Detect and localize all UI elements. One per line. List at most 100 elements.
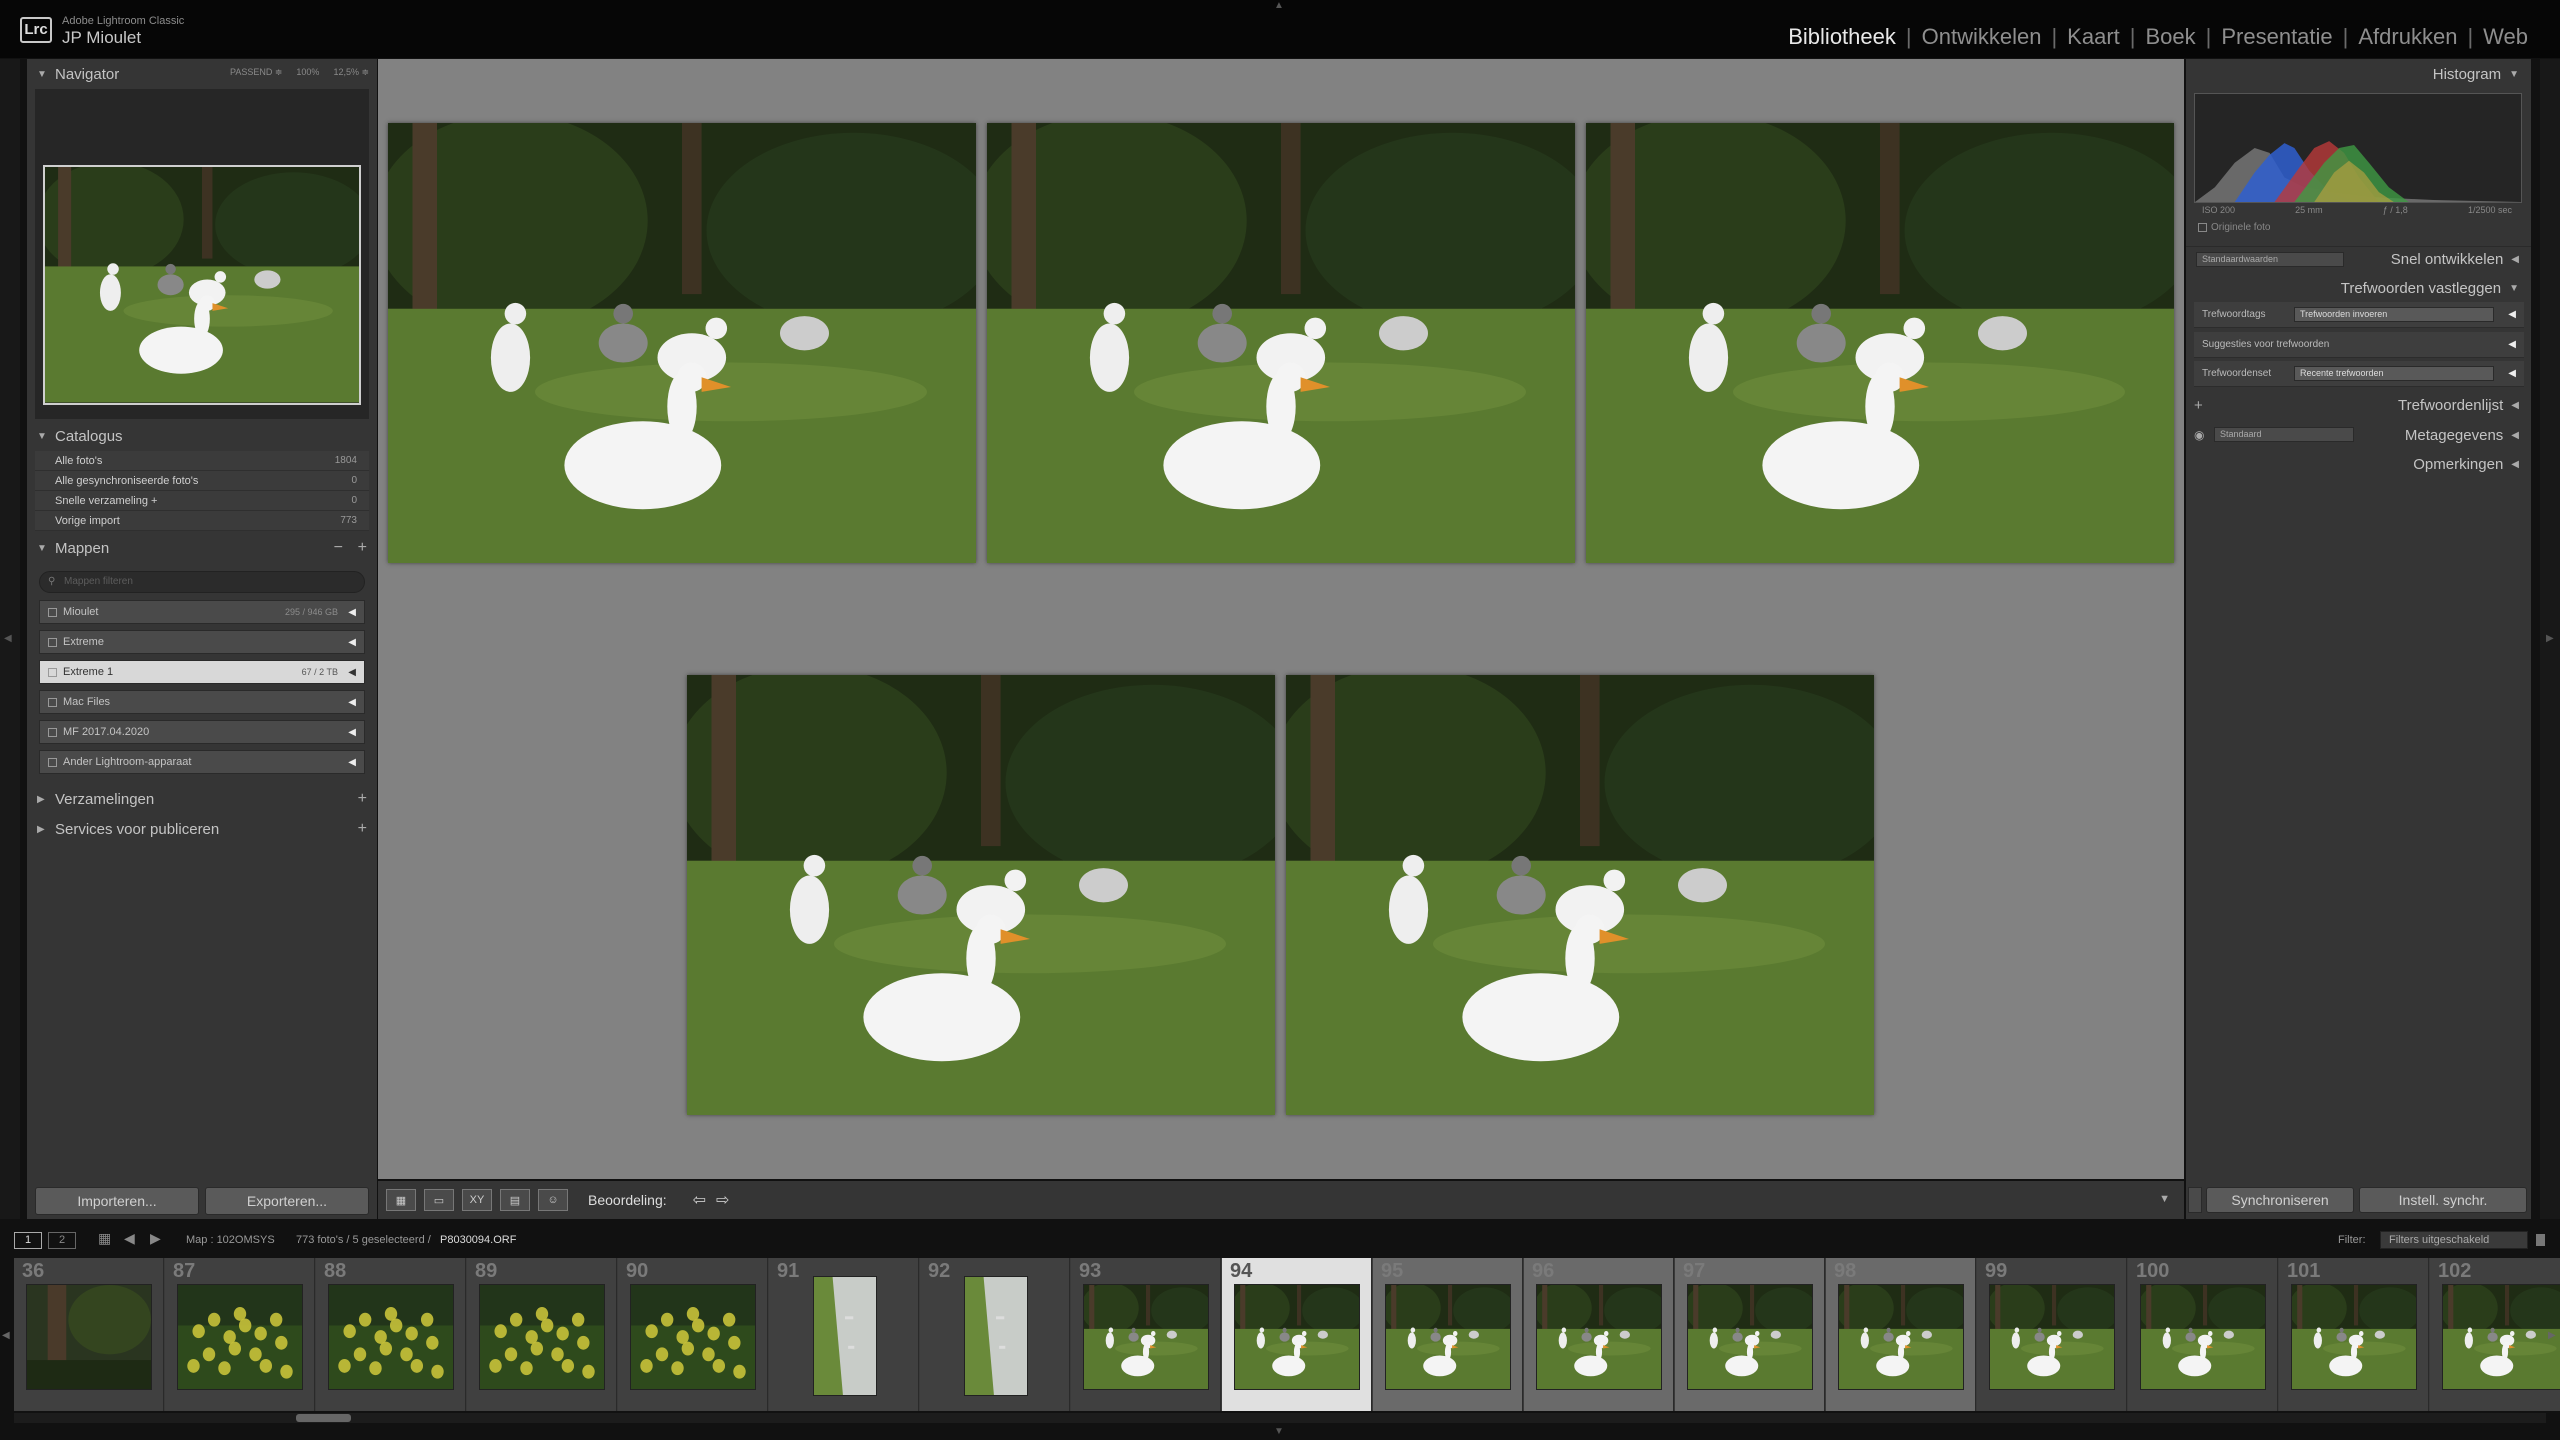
folder-filter-input[interactable]: ⚲ Mappen filteren: [39, 571, 365, 593]
toolbar-menu-icon[interactable]: ▼: [2159, 1193, 2170, 1205]
filmstrip-cell[interactable]: 93: [1071, 1258, 1221, 1411]
filmstrip-scrollbar[interactable]: [14, 1413, 2546, 1423]
grid-icon[interactable]: ▦: [98, 1230, 111, 1247]
filmstrip-thumbnail[interactable]: [1838, 1284, 1964, 1390]
filmstrip-cell[interactable]: 88: [316, 1258, 466, 1411]
grid-view-icon[interactable]: ▦: [386, 1189, 416, 1211]
filmstrip-thumbnail[interactable]: [328, 1284, 454, 1390]
right-panel-toggle-icon[interactable]: ▶: [2546, 633, 2554, 644]
folder-item[interactable]: MF 2017.04.2020 ◀: [39, 720, 365, 744]
original-photo-checkbox[interactable]: Originele foto: [2198, 222, 2270, 233]
filmstrip-thumbnail[interactable]: [630, 1284, 756, 1390]
filmstrip-cell[interactable]: 100: [2128, 1258, 2278, 1411]
filmstrip-thumbnail[interactable]: [1687, 1284, 1813, 1390]
filmstrip-thumbnail[interactable]: [479, 1284, 605, 1390]
remove-folder-icon[interactable]: −: [334, 539, 343, 557]
export-button[interactable]: Exporteren...: [205, 1187, 369, 1215]
module-ontwikkelen[interactable]: Ontwikkelen: [1918, 24, 2046, 50]
survey-photo-2[interactable]: [987, 123, 1575, 563]
quick-develop-preset-select[interactable]: Standaardwaarden: [2196, 252, 2344, 267]
filmstrip-thumbnail[interactable]: [1083, 1284, 1209, 1390]
filmstrip-cell[interactable]: 97: [1675, 1258, 1825, 1411]
filmstrip-thumbnail[interactable]: [813, 1276, 877, 1396]
top-panel-toggle-icon[interactable]: ▲: [1274, 0, 1284, 11]
module-boek[interactable]: Boek: [2141, 24, 2199, 50]
add-keyword-icon[interactable]: +: [2194, 397, 2203, 414]
filmstrip-cell[interactable]: 96: [1524, 1258, 1674, 1411]
histogram-header[interactable]: Histogram ▼: [2186, 61, 2531, 87]
quick-develop-header[interactable]: Standaardwaarden Snel ontwikkelen ◀: [2186, 246, 2531, 272]
forward-arrow-icon[interactable]: ▶: [150, 1230, 161, 1247]
module-bibliotheek[interactable]: Bibliotheek: [1784, 24, 1900, 50]
module-presentatie[interactable]: Presentatie: [2217, 24, 2336, 50]
filmstrip-cell[interactable]: 90: [618, 1258, 768, 1411]
eye-icon[interactable]: ◉: [2194, 428, 2204, 442]
source-label[interactable]: Map : 102OMSYS: [186, 1234, 275, 1246]
folder-item[interactable]: Extreme ◀: [39, 630, 365, 654]
expand-triangle-icon[interactable]: ◀: [2508, 309, 2516, 320]
folder-item[interactable]: Ander Lightroom-apparaat ◀: [39, 750, 365, 774]
zoom-100-option[interactable]: 100%: [296, 67, 319, 78]
sync-settings-button[interactable]: Instell. synchr.: [2359, 1187, 2527, 1213]
filmstrip-thumbnail[interactable]: [2140, 1284, 2266, 1390]
survey-view-icon[interactable]: ▤: [500, 1189, 530, 1211]
keyword-list-header[interactable]: + Trefwoordenlijst ◀: [2186, 392, 2531, 418]
filmstrip-cell[interactable]: 95: [1373, 1258, 1523, 1411]
add-publish-service-icon[interactable]: +: [358, 820, 367, 838]
disclosure-triangle-icon[interactable]: ◀: [348, 697, 356, 708]
filmstrip-thumbnail[interactable]: [2291, 1284, 2417, 1390]
filmstrip-left-arrow-icon[interactable]: ◀: [2, 1330, 10, 1341]
filmstrip-thumbnail[interactable]: [2442, 1284, 2560, 1390]
module-afdrukken[interactable]: Afdrukken: [2354, 24, 2461, 50]
add-collection-icon[interactable]: +: [358, 790, 367, 808]
histogram-chart[interactable]: [2194, 93, 2522, 203]
disclosure-triangle-icon[interactable]: ◀: [348, 637, 356, 648]
filmstrip-cell[interactable]: 87: [165, 1258, 315, 1411]
disclosure-triangle-icon[interactable]: ◀: [348, 757, 356, 768]
metadata-header[interactable]: ◉ Standaard Metagegevens ◀: [2186, 422, 2531, 448]
filmstrip-cell[interactable]: 92: [920, 1258, 1070, 1411]
zoom-fit-option[interactable]: PASSEND ≑: [230, 67, 282, 78]
loupe-view-icon[interactable]: ▭: [424, 1189, 454, 1211]
main-screen-button[interactable]: 1: [14, 1232, 42, 1249]
catalog-item[interactable]: Alle gesynchroniseerde foto's 0: [35, 471, 369, 491]
module-kaart[interactable]: Kaart: [2063, 24, 2124, 50]
filmstrip-cell[interactable]: 98: [1826, 1258, 1976, 1411]
metadata-preset-select[interactable]: Standaard: [2214, 427, 2354, 442]
survey-photo-1[interactable]: [388, 123, 976, 563]
zoom-custom-option[interactable]: 12,5% ≑: [333, 67, 369, 78]
import-button[interactable]: Importeren...: [35, 1187, 199, 1215]
filter-select[interactable]: Filters uitgeschakeld: [2380, 1231, 2528, 1249]
people-view-icon[interactable]: ☺: [538, 1189, 568, 1211]
folder-item[interactable]: Mac Files ◀: [39, 690, 365, 714]
synchronize-button[interactable]: Synchroniseren: [2206, 1187, 2354, 1213]
comments-header[interactable]: Opmerkingen ◀: [2186, 451, 2531, 477]
module-web[interactable]: Web: [2479, 24, 2532, 50]
filmstrip-cell[interactable]: 89: [467, 1258, 617, 1411]
publish-services-header[interactable]: ▶ Services voor publiceren +: [27, 816, 377, 842]
add-folder-icon[interactable]: +: [358, 539, 367, 557]
filmstrip-thumbnail[interactable]: [1234, 1284, 1360, 1390]
keywording-header[interactable]: Trefwoorden vastleggen ▼: [2186, 275, 2531, 301]
filmstrip-cell[interactable]: 94: [1222, 1258, 1372, 1411]
filmstrip-thumbnail[interactable]: [1989, 1284, 2115, 1390]
rotate-arrows-icon[interactable]: ⇦⇨: [693, 1190, 740, 1210]
keyword-suggestions-row[interactable]: Suggesties voor trefwoorden ◀: [2194, 332, 2524, 358]
bottom-panel-toggle-icon[interactable]: ▼: [1274, 1426, 1284, 1437]
filmstrip-scrollbar-thumb[interactable]: [296, 1414, 351, 1422]
folder-item[interactable]: Extreme 1 67 / 2 TB ◀: [39, 660, 365, 684]
filmstrip-right-arrow-icon[interactable]: ▶: [2548, 1330, 2556, 1341]
keyword-tags-input[interactable]: Trefwoorden invoeren: [2294, 307, 2494, 322]
catalog-header[interactable]: ▼ Catalogus: [27, 423, 377, 449]
filmstrip-thumbnail[interactable]: [26, 1284, 152, 1390]
sync-switch[interactable]: [2188, 1187, 2202, 1213]
collections-header[interactable]: ▶ Verzamelingen +: [27, 786, 377, 812]
survey-photo-3[interactable]: [1586, 123, 2174, 563]
filmstrip-cell[interactable]: 102: [2430, 1258, 2560, 1411]
disclosure-triangle-icon[interactable]: ◀: [348, 667, 356, 678]
disclosure-triangle-icon[interactable]: ◀: [348, 607, 356, 618]
back-arrow-icon[interactable]: ◀: [124, 1230, 135, 1247]
filmstrip-thumbnail[interactable]: [964, 1276, 1028, 1396]
survey-photo-4[interactable]: [687, 675, 1275, 1115]
filmstrip-cell[interactable]: 36: [14, 1258, 164, 1411]
